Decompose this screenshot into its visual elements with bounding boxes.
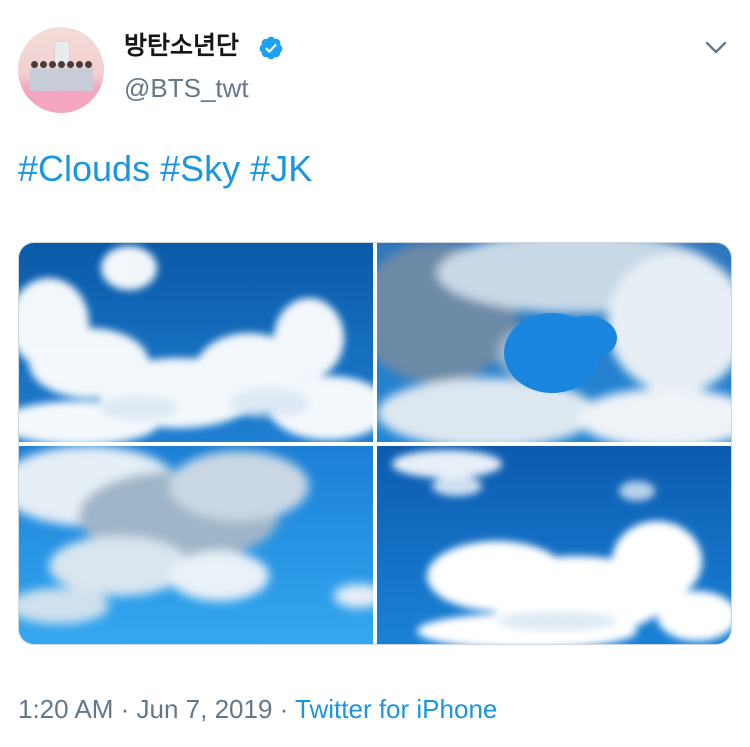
tweet-meta: 1:20 AM · Jun 7, 2019 · Twitter for iPho… xyxy=(18,692,497,726)
tweet-time[interactable]: 1:20 AM xyxy=(18,694,113,724)
hashtag-link[interactable]: #Sky xyxy=(160,148,240,189)
hashtag-link[interactable]: #JK xyxy=(250,148,312,189)
user-handle[interactable]: @BTS_twt xyxy=(124,73,249,103)
avatar-person xyxy=(57,61,66,91)
display-name[interactable]: 방탄소년단 xyxy=(124,31,239,61)
tweet-date[interactable]: Jun 7, 2019 xyxy=(137,694,273,724)
media-grid xyxy=(18,242,732,645)
avatar-person xyxy=(84,61,93,91)
verified-badge-icon xyxy=(259,36,283,60)
avatar-person xyxy=(75,61,84,91)
chevron-down-icon[interactable] xyxy=(705,41,727,55)
avatar-floor-shape xyxy=(18,89,104,113)
sky-photo-2[interactable] xyxy=(377,243,731,442)
avatar-person xyxy=(39,61,48,91)
meta-separator: · xyxy=(272,694,296,724)
avatar-person xyxy=(66,61,75,91)
hashtag-link[interactable]: #Clouds xyxy=(18,148,150,189)
avatar-person xyxy=(48,61,57,91)
sky-photo-1[interactable] xyxy=(19,243,373,442)
sky-photo-4[interactable] xyxy=(377,446,731,644)
profile-avatar[interactable] xyxy=(18,27,104,113)
tweet-source-link[interactable]: Twitter for iPhone xyxy=(295,694,497,724)
meta-separator: · xyxy=(113,694,137,724)
tweet-text: #Clouds #Sky #JK xyxy=(18,148,312,190)
sky-photo-3[interactable] xyxy=(19,446,373,644)
avatar-person xyxy=(30,61,39,91)
